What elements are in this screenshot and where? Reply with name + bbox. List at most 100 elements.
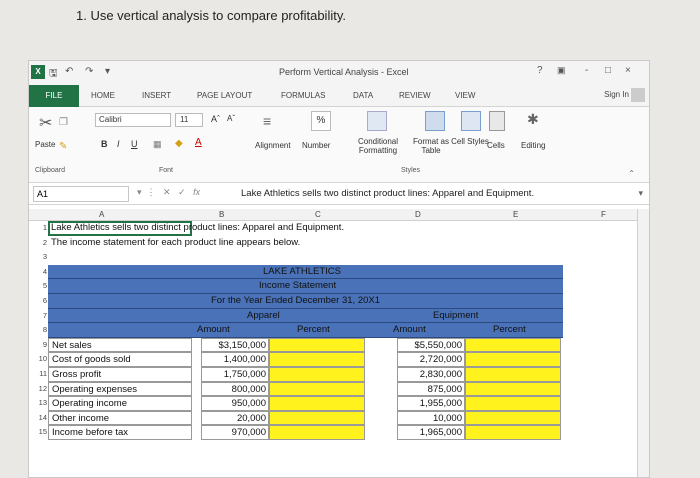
apparel-percent-input[interactable] bbox=[269, 410, 365, 426]
line-item-label[interactable]: Income before tax bbox=[48, 425, 192, 440]
tab-page-layout[interactable]: PAGE LAYOUT bbox=[197, 91, 252, 100]
apparel-amount-cell[interactable]: 800,000 bbox=[201, 381, 269, 397]
align-icon[interactable]: ≡ bbox=[263, 113, 271, 129]
apparel-amount-cell[interactable]: 950,000 bbox=[201, 396, 269, 411]
apparel-percent-input[interactable] bbox=[269, 396, 365, 411]
equipment-percent-input[interactable] bbox=[465, 337, 561, 353]
company-name[interactable]: LAKE ATHLETICS bbox=[263, 265, 341, 279]
bold-button[interactable]: B bbox=[101, 139, 108, 149]
equipment-amount-cell[interactable]: 1,965,000 bbox=[397, 425, 465, 440]
apparel-percent-header[interactable]: Percent bbox=[297, 323, 330, 337]
equipment-percent-input[interactable] bbox=[465, 410, 561, 426]
grow-font-button[interactable]: Aˆ bbox=[211, 114, 220, 124]
column-header-b[interactable]: B bbox=[219, 210, 224, 219]
name-box-dropdown-icon[interactable]: ▾ bbox=[137, 187, 142, 197]
equipment-amount-cell[interactable]: 1,955,000 bbox=[397, 396, 465, 411]
apparel-amount-header[interactable]: Amount bbox=[197, 323, 230, 337]
shrink-font-button[interactable]: Aˇ bbox=[227, 114, 235, 123]
italic-button[interactable]: I bbox=[117, 139, 120, 149]
equipment-amount-cell[interactable]: 2,830,000 bbox=[397, 367, 465, 382]
save-icon[interactable]: 🖫 bbox=[49, 66, 58, 83]
equipment-amount-cell[interactable]: 2,720,000 bbox=[397, 352, 465, 367]
tab-formulas[interactable]: FORMULAS bbox=[281, 91, 325, 100]
line-item-label[interactable]: Cost of goods sold bbox=[48, 352, 192, 367]
cancel-entry-icon[interactable]: ✕ bbox=[163, 187, 171, 197]
column-header-f[interactable]: F bbox=[601, 210, 606, 219]
customize-icon[interactable]: ▾ bbox=[105, 66, 110, 77]
tab-home[interactable]: HOME bbox=[91, 91, 115, 100]
equipment-percent-input[interactable] bbox=[465, 396, 561, 411]
expand-formula-icon[interactable]: ▾ bbox=[638, 188, 643, 199]
line-item-label[interactable]: Operating expenses bbox=[48, 381, 192, 397]
number-button[interactable]: Number bbox=[302, 141, 330, 150]
close-button[interactable]: × bbox=[625, 65, 631, 76]
statement-period[interactable]: For the Year Ended December 31, 20X1 bbox=[211, 294, 380, 308]
equipment-percent-input[interactable] bbox=[465, 352, 561, 367]
font-color-icon[interactable]: A bbox=[195, 137, 202, 148]
tab-file[interactable]: FILE bbox=[29, 85, 79, 107]
ribbon-display-icon[interactable]: ▣ bbox=[557, 65, 566, 76]
cut-icon[interactable]: ✂ bbox=[39, 113, 52, 133]
undo-icon[interactable]: ↶ bbox=[65, 66, 73, 77]
equipment-percent-input[interactable] bbox=[465, 381, 561, 397]
borders-icon[interactable]: ▦ bbox=[153, 139, 162, 150]
equipment-amount-cell[interactable]: 10,000 bbox=[397, 410, 465, 426]
tab-review[interactable]: REVIEW bbox=[399, 91, 431, 100]
statement-title[interactable]: Income Statement bbox=[259, 279, 336, 293]
apparel-amount-cell[interactable]: 970,000 bbox=[201, 425, 269, 440]
equipment-percent-input[interactable] bbox=[465, 367, 561, 382]
apparel-header[interactable]: Apparel bbox=[247, 309, 280, 323]
apparel-percent-input[interactable] bbox=[269, 352, 365, 367]
editing-button[interactable]: Editing bbox=[521, 141, 545, 150]
tab-data[interactable]: DATA bbox=[353, 91, 373, 100]
alignment-button[interactable]: Alignment bbox=[255, 141, 291, 150]
paste-button[interactable]: Paste bbox=[35, 140, 55, 149]
column-header-e[interactable]: E bbox=[513, 210, 518, 219]
minimize-button[interactable]: - bbox=[585, 65, 588, 76]
underline-button[interactable]: U bbox=[131, 139, 138, 149]
format-as-table-button[interactable]: Format as Table bbox=[405, 137, 457, 155]
column-header-a[interactable]: A bbox=[99, 210, 104, 219]
equipment-header[interactable]: Equipment bbox=[433, 309, 478, 323]
column-header-d[interactable]: D bbox=[415, 210, 421, 219]
help-button[interactable]: ? bbox=[537, 65, 543, 76]
column-header-c[interactable]: C bbox=[315, 210, 321, 219]
percent-style-icon[interactable]: % bbox=[311, 111, 331, 131]
format-painter-icon[interactable]: ✎ bbox=[59, 141, 67, 152]
cell-a1[interactable]: Lake Athletics sells two distinct produc… bbox=[51, 221, 344, 235]
font-size-select[interactable]: 11 bbox=[175, 113, 203, 127]
line-item-label[interactable]: Operating income bbox=[48, 396, 192, 411]
fill-color-icon[interactable]: ◆ bbox=[175, 138, 183, 149]
line-item-label[interactable]: Net sales bbox=[48, 337, 192, 353]
line-item-label[interactable]: Gross profit bbox=[48, 367, 192, 382]
font-name-select[interactable]: Calibri bbox=[95, 113, 171, 127]
equipment-amount-cell[interactable]: 875,000 bbox=[397, 381, 465, 397]
cells-button[interactable]: Cells bbox=[487, 141, 505, 150]
redo-icon[interactable]: ↷ bbox=[85, 66, 93, 77]
conditional-formatting-button[interactable]: Conditional Formatting bbox=[347, 137, 409, 155]
cell-styles-button[interactable]: Cell Styles bbox=[451, 137, 489, 146]
confirm-entry-icon[interactable]: ✓ bbox=[178, 187, 186, 197]
equipment-amount-cell[interactable]: $5,550,000 bbox=[397, 337, 465, 353]
apparel-amount-cell[interactable]: 20,000 bbox=[201, 410, 269, 426]
sign-in-link[interactable]: Sign In bbox=[604, 88, 645, 102]
line-item-label[interactable]: Other income bbox=[48, 410, 192, 426]
equipment-percent-header[interactable]: Percent bbox=[493, 323, 526, 337]
apparel-amount-cell[interactable]: 1,400,000 bbox=[201, 352, 269, 367]
apparel-percent-input[interactable] bbox=[269, 381, 365, 397]
copy-icon[interactable]: ❐ bbox=[59, 117, 68, 128]
cell-a2[interactable]: The income statement for each product li… bbox=[51, 236, 300, 250]
apparel-percent-input[interactable] bbox=[269, 367, 365, 382]
apparel-amount-cell[interactable]: 1,750,000 bbox=[201, 367, 269, 382]
maximize-button[interactable]: □ bbox=[605, 65, 611, 76]
equipment-amount-header[interactable]: Amount bbox=[393, 323, 426, 337]
name-box[interactable]: A1 bbox=[33, 186, 129, 202]
collapse-ribbon-icon[interactable]: ⌃ bbox=[628, 169, 635, 178]
tab-insert[interactable]: INSERT bbox=[142, 91, 171, 100]
apparel-percent-input[interactable] bbox=[269, 425, 365, 440]
equipment-percent-input[interactable] bbox=[465, 425, 561, 440]
insert-function-icon[interactable]: fx bbox=[193, 187, 200, 197]
formula-input[interactable]: Lake Athletics sells two distinct produc… bbox=[241, 188, 534, 199]
apparel-percent-input[interactable] bbox=[269, 337, 365, 353]
tab-view[interactable]: VIEW bbox=[455, 91, 475, 100]
